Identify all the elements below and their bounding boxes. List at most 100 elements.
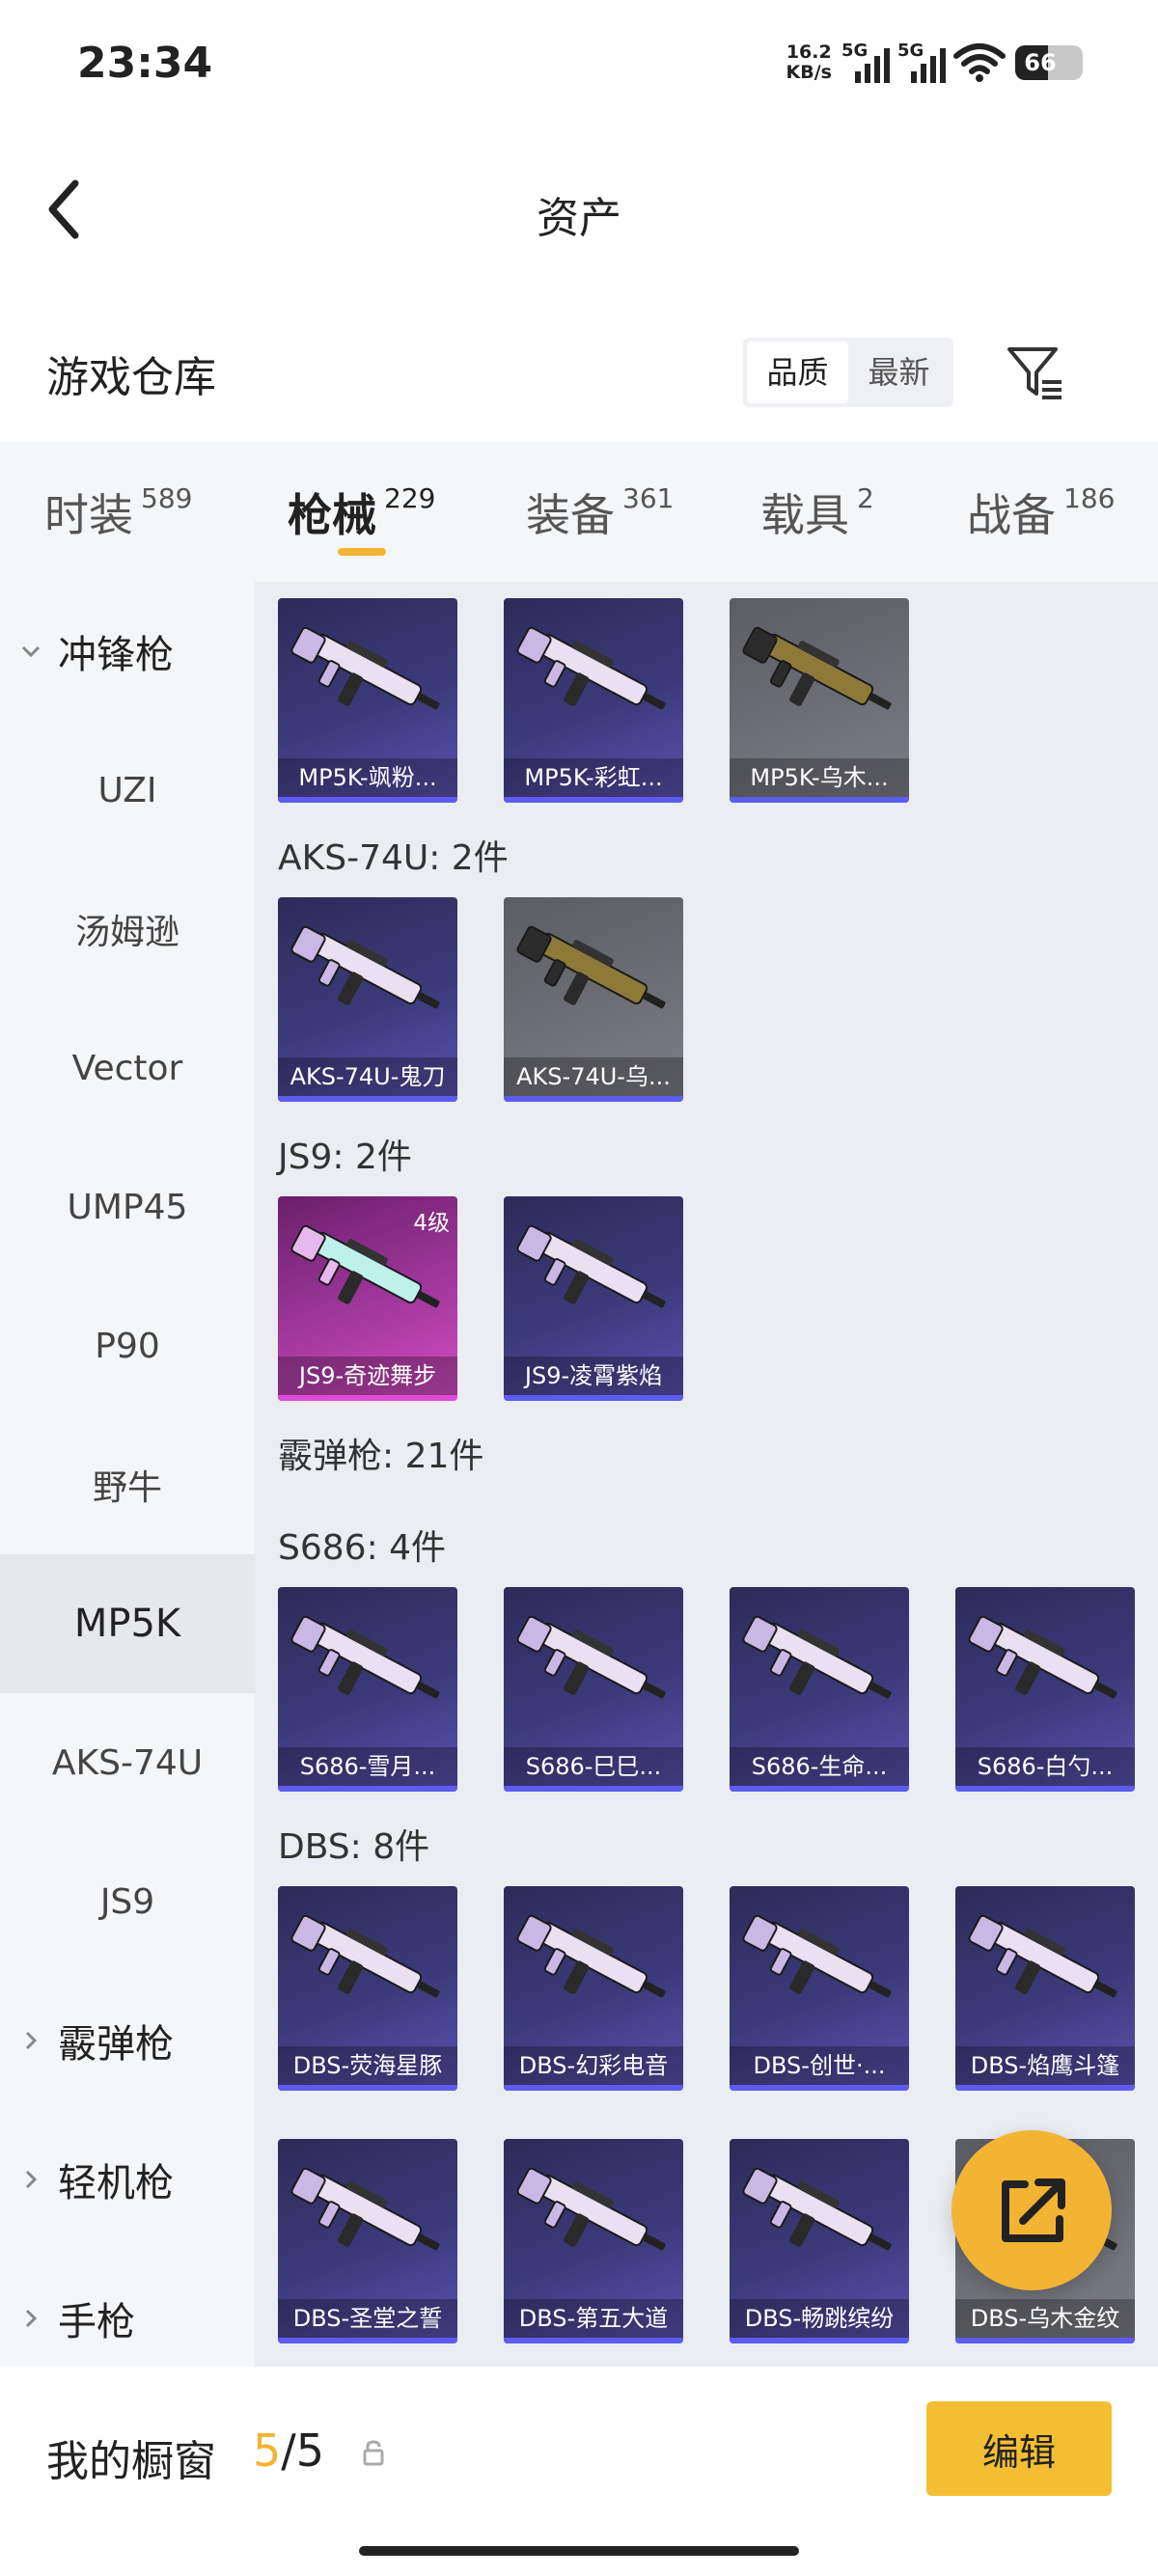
section-label-js9: JS9: 2件 (278, 1137, 412, 1177)
filter-button[interactable] (1004, 340, 1067, 403)
weapon-skin-card[interactable]: DBS-畅跳缤纷 (730, 2139, 909, 2343)
weapon-skin-name: DBS-创世·... (730, 2046, 909, 2085)
weapon-skin-card[interactable]: DBS-荧海星豚 (278, 1886, 457, 2091)
rarity-bar (278, 2085, 457, 2091)
weapon-skin-card[interactable]: JS9-凌霄紫焰 (504, 1196, 683, 1401)
tab-fashion[interactable]: 时装 589 (44, 480, 192, 544)
rarity-bar (504, 1786, 683, 1792)
sidebar-item-aks74u[interactable]: AKS-74U (0, 1693, 255, 1832)
sidebar-item-ump45[interactable]: UMP45 (0, 1137, 255, 1276)
sidebar-group-lmg[interactable]: 轻机枪 (0, 2110, 255, 2249)
level-badge: 4级 (413, 1211, 450, 1236)
section-label-shotgun: 霰弹枪: 21件 (278, 1437, 484, 1476)
weapon-skin-name: DBS-畅跳缤纷 (730, 2299, 909, 2338)
tab-supplies[interactable]: 战备 186 (967, 480, 1115, 544)
battery-icon: 66 (1015, 45, 1083, 80)
weapon-skin-card[interactable]: S686-生命... (730, 1587, 909, 1792)
weapon-skin-card[interactable]: DBS-创世·... (730, 1886, 909, 2091)
weapon-image (290, 925, 440, 1009)
weapon-skin-card[interactable]: 4级 JS9-奇迹舞步 (278, 1196, 457, 1401)
active-tab-indicator (338, 548, 386, 556)
weapon-skin-name: S686-白勺... (955, 1747, 1135, 1786)
chevron-down-icon (21, 645, 41, 658)
weapon-category-sidebar: 冲锋枪 UZI 汤姆逊 Vector UMP45 P90 野牛 MP5K AKS… (0, 582, 255, 2367)
weapon-skin-name: DBS-第五大道 (504, 2299, 683, 2338)
weapon-skin-card[interactable]: DBS-幻彩电音 (504, 1886, 683, 2091)
rarity-bar (955, 2338, 1135, 2343)
rarity-bar (955, 2085, 1135, 2091)
status-bar: 23:34 16.2 KB/s 5G 5G 66 (0, 0, 1158, 135)
lock-icon (363, 2440, 384, 2466)
weapon-image (968, 1914, 1117, 1998)
rarity-bar (504, 2085, 683, 2091)
weapon-skin-name: AKS-74U-鬼刀 (278, 1057, 457, 1096)
weapon-image (742, 626, 892, 710)
chevron-right-icon (25, 2031, 38, 2050)
weapon-image (968, 1615, 1117, 1699)
rarity-bar (730, 797, 909, 803)
weapon-skin-name: MP5K-乌木... (730, 758, 909, 797)
filter-icon (1007, 347, 1062, 399)
sidebar-item-mp5k[interactable]: MP5K (0, 1554, 255, 1693)
sidebar-item-vector[interactable]: Vector (0, 999, 255, 1137)
sidebar-item-p90[interactable]: P90 (0, 1276, 255, 1415)
weapon-skin-card[interactable]: MP5K-飒粉... (278, 598, 457, 803)
sidebar-item-thompson[interactable]: 汤姆逊 (0, 860, 255, 999)
sort-toggle: 品质 最新 (743, 338, 953, 407)
weapon-image (516, 1615, 666, 1699)
edit-button[interactable]: 编辑 (926, 2401, 1112, 2496)
network-speed: 16.2 KB/s (786, 41, 832, 83)
rarity-bar (504, 1395, 683, 1401)
weapon-skin-card[interactable]: DBS-第五大道 (504, 2139, 683, 2343)
status-time: 23:34 (77, 39, 213, 88)
sidebar-item-js9[interactable]: JS9 (0, 1832, 255, 1971)
weapon-image (290, 626, 440, 710)
weapon-skin-name: DBS-荧海星豚 (278, 2046, 457, 2085)
weapon-skin-card[interactable]: S686-白勺... (955, 1587, 1135, 1792)
weapon-image (290, 1914, 440, 1998)
tab-vehicles[interactable]: 载具 2 (760, 480, 874, 544)
tab-firearms[interactable]: 枪械 229 (288, 480, 435, 544)
weapon-skin-name: DBS-幻彩电音 (504, 2046, 683, 2085)
weapon-image (516, 2167, 666, 2251)
weapon-skin-name: S686-雪月... (278, 1747, 457, 1786)
sidebar-group-shotgun[interactable]: 霰弹枪 (0, 1971, 255, 2110)
page-title: 资产 (537, 194, 621, 243)
weapon-skin-name: AKS-74U-乌... (504, 1057, 683, 1096)
weapon-image (742, 1914, 892, 1998)
section-label-s686: S686: 4件 (278, 1528, 447, 1568)
section-label-aks74u: AKS-74U: 2件 (278, 838, 509, 878)
weapon-skin-name: JS9-奇迹舞步 (278, 1357, 457, 1395)
weapon-skin-card[interactable]: AKS-74U-乌... (504, 897, 683, 1102)
weapon-image (516, 1914, 666, 1998)
weapon-skin-card[interactable]: DBS-圣堂之誓 (278, 2139, 457, 2343)
weapon-skin-name: JS9-凌霄紫焰 (504, 1357, 683, 1395)
share-floating-button[interactable] (951, 2130, 1112, 2290)
weapon-image (290, 1615, 440, 1699)
sidebar-group-smg[interactable]: 冲锋枪 (0, 582, 255, 721)
weapon-skin-card[interactable]: MP5K-乌木... (730, 598, 909, 803)
weapon-image (516, 626, 666, 710)
weapon-skin-card[interactable]: S686-巳巳... (504, 1587, 683, 1792)
item-grid: MP5K-飒粉... MP5K-彩虹... MP5K-乌木... AKS-74U… (255, 582, 1158, 2367)
rarity-bar (730, 2085, 909, 2091)
rarity-bar (278, 1395, 457, 1401)
weapon-skin-card[interactable]: DBS-焰鹰斗篷 (955, 1886, 1135, 2091)
weapon-image (516, 925, 666, 1009)
sidebar-item-bizon[interactable]: 野牛 (0, 1415, 255, 1554)
tab-equipment[interactable]: 装备 361 (526, 480, 674, 544)
weapon-skin-card[interactable]: S686-雪月... (278, 1587, 457, 1792)
rarity-bar (504, 797, 683, 803)
sort-option-quality[interactable]: 品质 (747, 342, 848, 403)
wifi-icon (953, 43, 1006, 82)
rarity-bar (278, 1786, 457, 1792)
sidebar-item-uzi[interactable]: UZI (0, 721, 255, 860)
rarity-bar (278, 1096, 457, 1102)
showcase-count: 5/5 (253, 2425, 325, 2477)
weapon-skin-card[interactable]: AKS-74U-鬼刀 (278, 897, 457, 1102)
sort-option-newest[interactable]: 最新 (848, 342, 950, 403)
weapon-skin-card[interactable]: MP5K-彩虹... (504, 598, 683, 803)
weapon-skin-name: DBS-焰鹰斗篷 (955, 2046, 1135, 2085)
rarity-bar (730, 1786, 909, 1792)
weapon-skin-name: S686-巳巳... (504, 1747, 683, 1786)
